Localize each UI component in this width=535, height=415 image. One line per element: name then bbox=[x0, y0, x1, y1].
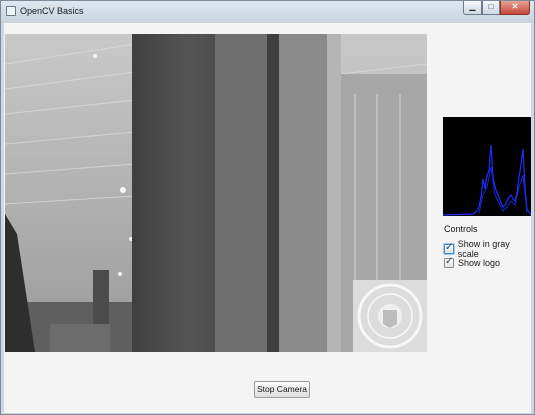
show-logo-label: Show logo bbox=[458, 258, 501, 268]
app-icon bbox=[6, 6, 16, 16]
app-window: OpenCV Basics ▁ □ ✕ Controls ✓ Show in g… bbox=[0, 0, 535, 415]
close-icon: ✕ bbox=[511, 2, 519, 11]
check-icon: ✓ bbox=[445, 242, 454, 253]
stop-camera-button[interactable]: Stop Camera bbox=[254, 381, 310, 398]
main-content: Controls ✓ Show in gray scale ✓ Show log… bbox=[4, 23, 532, 413]
maximize-button[interactable]: □ bbox=[482, 1, 500, 15]
camera-frame bbox=[5, 34, 427, 352]
histogram-plot bbox=[442, 144, 532, 216]
window-title: OpenCV Basics bbox=[20, 6, 84, 16]
check-icon: ✓ bbox=[445, 256, 454, 267]
maximize-icon: □ bbox=[488, 2, 494, 11]
gray-scale-checkbox[interactable]: ✓ Show in gray scale bbox=[444, 239, 531, 259]
show-logo-checkbox-box[interactable]: ✓ bbox=[444, 256, 454, 268]
histogram-panel bbox=[442, 117, 532, 216]
show-logo-checkbox[interactable]: ✓ Show logo bbox=[444, 256, 501, 268]
gray-scale-checkbox-box[interactable]: ✓ bbox=[444, 242, 454, 254]
gray-scale-label: Show in gray scale bbox=[457, 239, 510, 259]
close-button[interactable]: ✕ bbox=[500, 1, 530, 15]
minimize-button[interactable]: ▁ bbox=[463, 1, 482, 15]
camera-image bbox=[5, 34, 427, 352]
title-bar[interactable]: OpenCV Basics ▁ □ ✕ bbox=[1, 1, 534, 23]
minimize-icon: ▁ bbox=[469, 2, 476, 11]
controls-heading: Controls bbox=[444, 224, 478, 234]
